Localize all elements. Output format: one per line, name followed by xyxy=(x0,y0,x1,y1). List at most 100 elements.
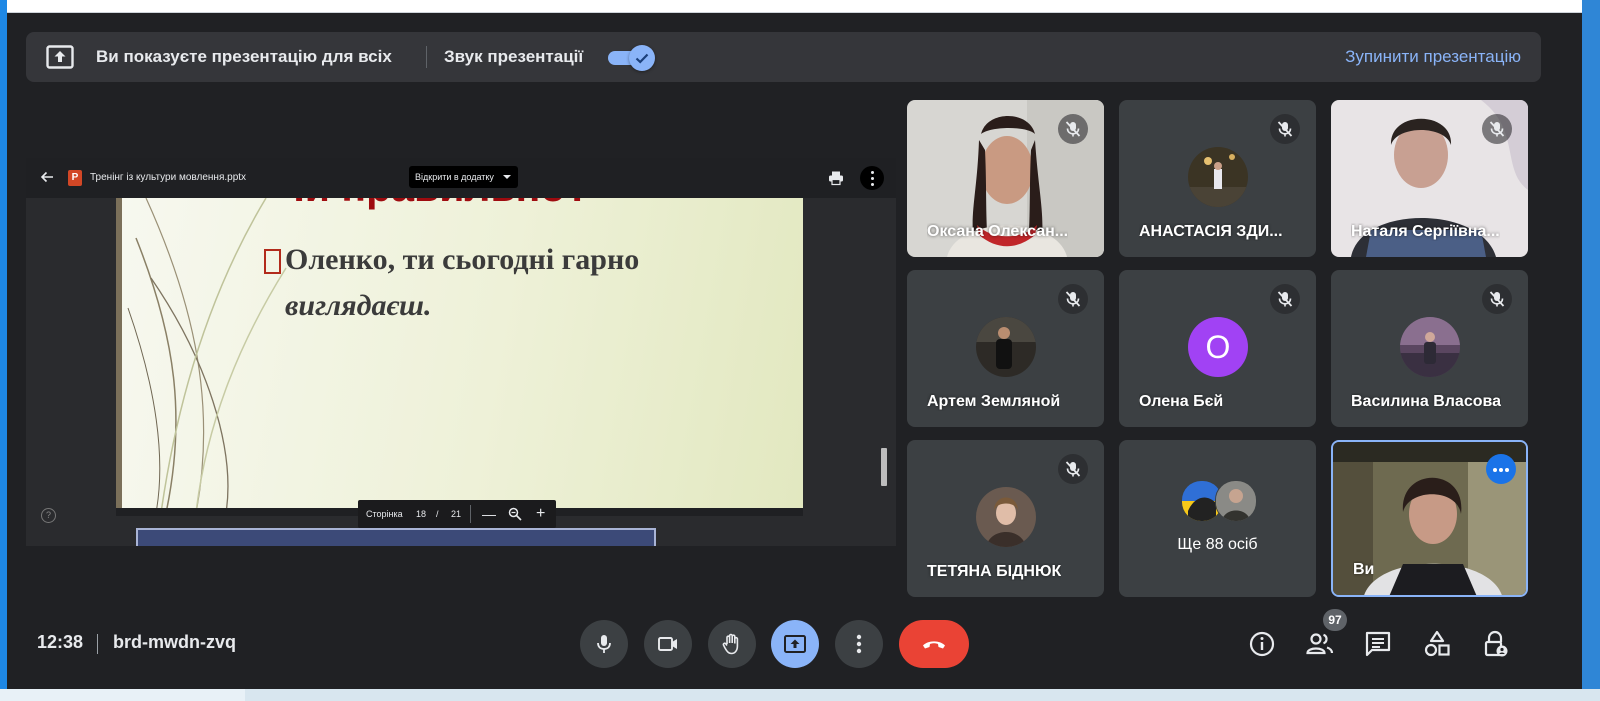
raise-hand-button[interactable] xyxy=(708,620,756,668)
participant-name: Оксана Олексан... xyxy=(927,223,1069,240)
window-right-edge xyxy=(1582,0,1600,701)
powerpoint-file-icon: P xyxy=(68,170,82,186)
chat-button[interactable] xyxy=(1362,628,1394,660)
mic-off-icon xyxy=(1276,120,1294,138)
mic-off-indicator xyxy=(1482,114,1512,144)
participant-tile[interactable]: ТЕТЯНА БІДНЮК xyxy=(907,440,1104,597)
more-participants-tile[interactable]: Ще 88 осіб xyxy=(1119,440,1316,597)
participant-tile[interactable]: Наталя Сергіївна... xyxy=(1331,100,1528,257)
file-name: Тренінг із культури мовлення.pptx xyxy=(90,172,247,183)
presentation-audio-label: Звук презентації xyxy=(444,47,584,66)
participant-tile[interactable]: О Олена Бєй xyxy=(1119,270,1316,427)
stop-presenting-button[interactable]: Зупинити презентацію xyxy=(1345,32,1521,82)
page-total: 21 xyxy=(451,509,462,519)
avatar xyxy=(1400,317,1460,377)
taskbar-tab xyxy=(0,689,245,701)
mic-off-icon xyxy=(1064,460,1082,478)
meeting-code: brd-mwdn-zvq xyxy=(113,632,236,652)
mic-off-indicator xyxy=(1482,284,1512,314)
mic-off-indicator xyxy=(1058,454,1088,484)
mic-off-icon xyxy=(1064,120,1082,138)
mic-off-indicator xyxy=(1058,114,1088,144)
people-button[interactable] xyxy=(1304,628,1336,660)
activities-icon xyxy=(1424,630,1450,657)
meeting-clock: 12:38 xyxy=(37,632,84,652)
avatar xyxy=(1188,147,1248,207)
avatar xyxy=(1215,480,1257,522)
shared-screen: Чи правильно? Оленко, ти сьогодні гарно … xyxy=(26,158,896,546)
more-vertical-icon xyxy=(856,634,862,654)
leave-call-button[interactable] xyxy=(899,620,969,668)
avatar xyxy=(976,487,1036,547)
self-tile-more-button[interactable] xyxy=(1486,454,1516,484)
microphone-icon xyxy=(597,635,611,653)
participant-tile[interactable]: Василина Власова xyxy=(1331,270,1528,427)
participant-name: Артем Земляной xyxy=(927,393,1061,410)
mic-off-icon xyxy=(1064,290,1082,308)
help-icon[interactable]: ? xyxy=(41,508,56,523)
next-slide-preview xyxy=(136,528,656,546)
mic-off-icon xyxy=(1488,290,1506,308)
page-separator: / xyxy=(436,509,439,519)
participant-tile[interactable]: АНАСТАСІЯ ЗДИ... xyxy=(1119,100,1316,257)
participant-tile[interactable]: Артем Земляной xyxy=(907,270,1104,427)
presenting-status-text: Ви показуєте презентацію для всіх xyxy=(96,47,392,66)
viewer-more-button[interactable] xyxy=(860,166,884,190)
slide-text-line-1: Оленко, ти сьогодні гарно xyxy=(285,243,640,276)
participant-name: Василина Власова xyxy=(1351,393,1502,410)
microphone-button[interactable] xyxy=(580,620,628,668)
present-screen-icon xyxy=(46,45,74,69)
zoom-out-button[interactable]: — xyxy=(482,500,496,528)
participant-name: Наталя Сергіївна... xyxy=(1351,223,1500,240)
back-arrow-icon[interactable] xyxy=(40,170,54,184)
mic-off-indicator xyxy=(1270,284,1300,314)
open-with-app-button[interactable]: Відкрити в додатку xyxy=(409,166,518,188)
open-with-label: Відкрити в додатку xyxy=(415,172,494,182)
chat-icon xyxy=(1365,631,1391,657)
banner-divider xyxy=(426,46,427,68)
camera-button[interactable] xyxy=(644,620,692,668)
viewer-scrollbar-thumb[interactable] xyxy=(881,448,887,486)
avatar xyxy=(976,317,1036,377)
zoom-in-button[interactable]: + xyxy=(536,500,545,528)
presenting-banner: Ви показуєте презентацію для всіх Звук п… xyxy=(26,32,1541,82)
participant-tile[interactable]: Оксана Олексан... xyxy=(907,100,1104,257)
browser-top-strip xyxy=(0,0,1600,13)
more-options-button[interactable] xyxy=(835,620,883,668)
slide-text-line-2: виглядаєш. xyxy=(285,289,432,322)
self-video-tile[interactable]: Ви xyxy=(1331,440,1528,597)
mic-off-icon xyxy=(1276,290,1294,308)
present-screen-icon xyxy=(784,635,806,653)
page-navigation: Сторінка 18 / 21 — + xyxy=(358,500,556,528)
print-icon[interactable] xyxy=(828,170,844,186)
participant-name: АНАСТАСІЯ ЗДИ... xyxy=(1139,223,1283,240)
present-now-button[interactable] xyxy=(771,620,819,668)
mic-off-icon xyxy=(1488,120,1506,138)
avatar: О xyxy=(1188,317,1248,377)
hang-up-icon xyxy=(923,641,945,649)
chevron-down-icon xyxy=(502,175,511,179)
camera-icon xyxy=(658,637,677,651)
toggle-knob xyxy=(629,45,655,71)
participant-name: ТЕТЯНА БІДНЮК xyxy=(927,563,1062,580)
info-icon xyxy=(1249,631,1275,657)
activities-button[interactable] xyxy=(1421,628,1453,660)
mic-off-indicator xyxy=(1270,114,1300,144)
check-icon xyxy=(635,53,649,64)
bottom-divider xyxy=(97,634,98,654)
page-label: Сторінка xyxy=(366,509,403,519)
slide-left-bar xyxy=(116,158,122,513)
mic-off-indicator xyxy=(1058,284,1088,314)
meeting-info-button[interactable] xyxy=(1246,628,1278,660)
host-controls-button[interactable] xyxy=(1479,628,1511,660)
host-controls-icon xyxy=(1484,630,1508,657)
raise-hand-icon xyxy=(722,633,739,655)
page-number-input[interactable]: 18 xyxy=(416,500,426,528)
presentation-audio-toggle[interactable] xyxy=(608,45,655,71)
participant-name: Олена Бєй xyxy=(1139,393,1224,410)
zoom-icon[interactable] xyxy=(508,507,522,521)
participant-name: Ви xyxy=(1353,561,1375,578)
people-icon xyxy=(1306,633,1334,655)
slide-bullet-marker xyxy=(264,249,281,274)
page-ctl-divider xyxy=(470,505,471,523)
